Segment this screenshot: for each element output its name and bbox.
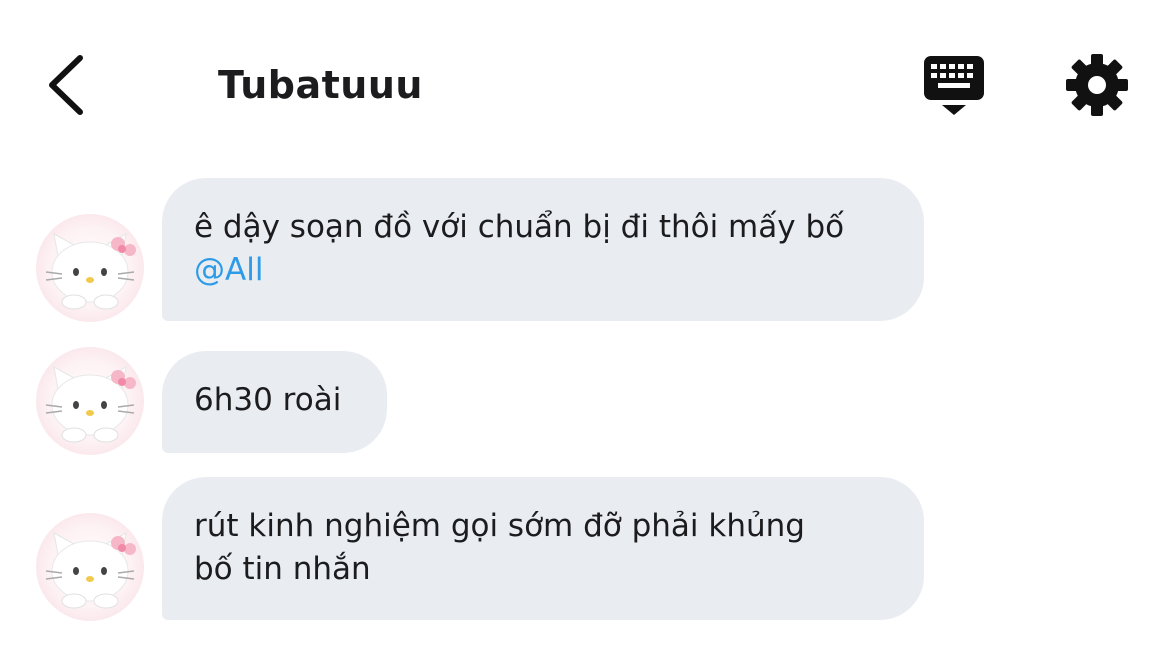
hello-kitty-icon: [45, 233, 136, 310]
message-text: rút kinh nghiệm gọi sớm đỡ phải khủng: [194, 508, 805, 544]
hello-kitty-icon: [45, 532, 136, 609]
hello-kitty-icon: [45, 366, 136, 443]
message-text: ê dậy soạn đồ với chuẩn bị đi thôi mấy b…: [194, 209, 845, 245]
hello-kitty-avatar[interactable]: [36, 214, 144, 322]
message-list[interactable]: ê dậy soạn đồ với chuẩn bị đi thôi mấy b…: [0, 0, 1170, 671]
message-row: ê dậy soạn đồ với chuẩn bị đi thôi mấy b…: [0, 178, 1170, 322]
hello-kitty-avatar[interactable]: [36, 513, 144, 621]
message-bubble[interactable]: ê dậy soạn đồ với chuẩn bị đi thôi mấy b…: [162, 178, 924, 321]
mention-link[interactable]: @All: [194, 249, 892, 292]
message-text: 6h30 roài: [194, 382, 342, 418]
message-bubble[interactable]: 6h30 roài: [162, 351, 387, 453]
message-text: bố tin nhắn: [194, 551, 371, 587]
message-row: rút kinh nghiệm gọi sớm đỡ phải khủng bố…: [0, 477, 1170, 621]
message-row: 6h30 roài: [0, 347, 1170, 455]
message-bubble[interactable]: rút kinh nghiệm gọi sớm đỡ phải khủng bố…: [162, 477, 924, 620]
hello-kitty-avatar[interactable]: [36, 347, 144, 455]
